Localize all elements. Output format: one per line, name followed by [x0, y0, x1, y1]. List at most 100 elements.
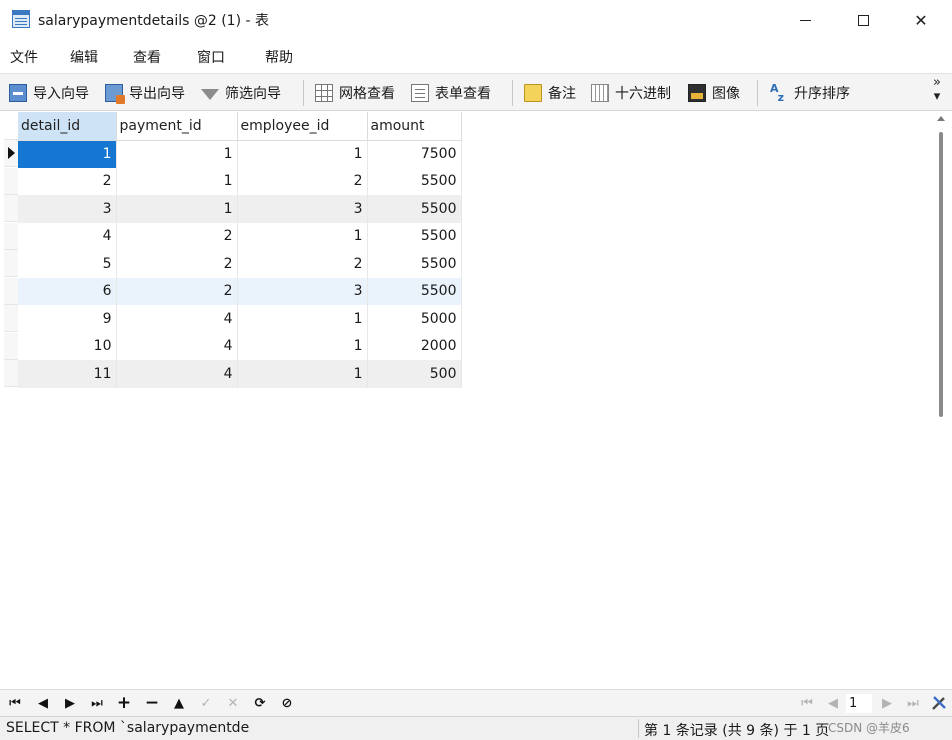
- settings-button[interactable]: [930, 694, 948, 712]
- scrollbar-thumb[interactable]: [939, 132, 943, 417]
- column-header-payment-id[interactable]: payment_id: [116, 112, 238, 141]
- table-row[interactable]: 2 1 2 5500: [18, 167, 462, 195]
- table-cell[interactable]: 2: [237, 250, 368, 278]
- export-wizard-label: 导出向导: [129, 86, 185, 102]
- import-wizard-button[interactable]: 导入向导: [9, 82, 89, 104]
- export-wizard-button[interactable]: 导出向导: [105, 82, 185, 104]
- table-cell[interactable]: 1: [237, 305, 368, 333]
- delete-record-button[interactable]: −: [143, 693, 161, 713]
- menu-file[interactable]: 文件: [10, 47, 38, 67]
- first-record-button[interactable]: ⏮: [6, 694, 24, 712]
- table-cell[interactable]: 4: [116, 332, 238, 360]
- row-header[interactable]: [4, 332, 18, 360]
- toolbar-divider: [303, 80, 304, 106]
- row-header[interactable]: [4, 277, 18, 305]
- next-page-button[interactable]: ▶: [878, 694, 896, 712]
- row-header[interactable]: [4, 360, 18, 387]
- column-header-detail-id[interactable]: detail_id: [18, 112, 117, 141]
- table-cell[interactable]: 5500: [367, 222, 462, 250]
- add-record-button[interactable]: +: [115, 693, 133, 713]
- table-cell[interactable]: 6: [18, 277, 117, 305]
- filter-wizard-button[interactable]: 筛选向导: [201, 82, 281, 104]
- table-cell[interactable]: 4: [116, 305, 238, 333]
- stop-button[interactable]: ⊘: [278, 694, 296, 712]
- image-button[interactable]: 图像: [688, 82, 740, 104]
- column-header-amount[interactable]: amount: [367, 112, 462, 141]
- previous-record-button[interactable]: ◀: [34, 694, 52, 712]
- table-cell[interactable]: 1: [237, 332, 368, 360]
- note-button[interactable]: 备注: [524, 82, 576, 104]
- minimize-button[interactable]: [776, 0, 834, 40]
- toolbar-overflow-button[interactable]: » ▾: [930, 76, 944, 104]
- table-cell[interactable]: 2000: [367, 332, 462, 360]
- table-cell[interactable]: 5: [18, 250, 117, 278]
- scroll-up-icon[interactable]: [937, 116, 945, 121]
- page-number-input[interactable]: 1: [846, 694, 872, 713]
- grid-view-button[interactable]: 网格查看: [315, 82, 395, 104]
- table-cell[interactable]: 5500: [367, 277, 462, 305]
- last-record-button[interactable]: ⏭: [88, 694, 106, 712]
- table-cell[interactable]: 5500: [367, 167, 462, 195]
- first-page-button[interactable]: ⏮: [798, 694, 816, 712]
- table-row[interactable]: 5 2 2 5500: [18, 250, 462, 278]
- column-header-employee-id[interactable]: employee_id: [237, 112, 368, 141]
- last-page-button[interactable]: ⏭: [904, 694, 922, 712]
- table-cell[interactable]: 3: [237, 277, 368, 305]
- discard-edit-button[interactable]: ✕: [224, 694, 242, 712]
- stop-icon: ⊘: [281, 695, 293, 711]
- table-row[interactable]: 3 1 3 5500: [18, 195, 462, 223]
- table-cell[interactable]: 4: [116, 360, 238, 388]
- apply-changes-button[interactable]: ▲: [170, 694, 188, 712]
- table-row[interactable]: 10 4 1 2000: [18, 332, 462, 360]
- table-cell[interactable]: 2: [18, 167, 117, 195]
- next-record-button[interactable]: ▶: [61, 694, 79, 712]
- table-cell[interactable]: 3: [237, 195, 368, 223]
- table-cell[interactable]: 1: [237, 222, 368, 250]
- table-cell[interactable]: 5000: [367, 305, 462, 333]
- table-cell[interactable]: 1: [116, 195, 238, 223]
- vertical-scrollbar[interactable]: [934, 112, 948, 688]
- table-row[interactable]: 11 4 1 500: [18, 360, 462, 388]
- table-cell[interactable]: 9: [18, 305, 117, 333]
- menu-edit[interactable]: 编辑: [70, 47, 98, 67]
- close-button[interactable]: ✕: [892, 0, 950, 40]
- table-cell[interactable]: 1: [237, 140, 368, 168]
- table-cell[interactable]: 5500: [367, 195, 462, 223]
- table-cell[interactable]: 2: [116, 250, 238, 278]
- form-view-button[interactable]: 表单查看: [411, 82, 491, 104]
- menu-window[interactable]: 窗口: [197, 47, 225, 67]
- table-cell[interactable]: 11: [18, 360, 117, 388]
- table-cell[interactable]: 7500: [367, 140, 462, 168]
- table-cell[interactable]: 1: [237, 360, 368, 388]
- table-cell[interactable]: 1: [116, 167, 238, 195]
- table-row[interactable]: 6 2 3 5500: [18, 277, 462, 305]
- table-cell[interactable]: 3: [18, 195, 117, 223]
- table-row[interactable]: 4 2 1 5500: [18, 222, 462, 250]
- confirm-edit-button[interactable]: ✓: [197, 694, 215, 712]
- table-cell[interactable]: 10: [18, 332, 117, 360]
- table-cell[interactable]: 2: [116, 222, 238, 250]
- previous-page-button[interactable]: ◀: [824, 694, 842, 712]
- chevron-down-icon: ▾: [933, 89, 941, 104]
- table-cell[interactable]: 2: [116, 277, 238, 305]
- table-cell[interactable]: 4: [18, 222, 117, 250]
- menu-help[interactable]: 帮助: [265, 47, 293, 67]
- row-header[interactable]: [4, 305, 18, 332]
- row-header[interactable]: [4, 250, 18, 277]
- table-cell[interactable]: 5500: [367, 250, 462, 278]
- sort-ascending-button[interactable]: A z 升序排序: [770, 82, 850, 104]
- table-cell[interactable]: 1: [116, 140, 238, 168]
- refresh-button[interactable]: ⟳: [251, 694, 269, 712]
- table-cell[interactable]: 500: [367, 360, 462, 388]
- row-header[interactable]: [4, 195, 18, 222]
- table-cell[interactable]: 2: [237, 167, 368, 195]
- table-row[interactable]: 9 4 1 5000: [18, 305, 462, 333]
- row-header-current[interactable]: [4, 140, 18, 167]
- row-header[interactable]: [4, 167, 18, 195]
- table-cell[interactable]: 1: [18, 140, 117, 168]
- maximize-button[interactable]: [834, 0, 892, 40]
- row-header[interactable]: [4, 222, 18, 250]
- table-row[interactable]: 1 1 1 7500: [18, 140, 462, 168]
- hex-button[interactable]: 十六进制: [591, 82, 671, 104]
- menu-view[interactable]: 查看: [133, 47, 161, 67]
